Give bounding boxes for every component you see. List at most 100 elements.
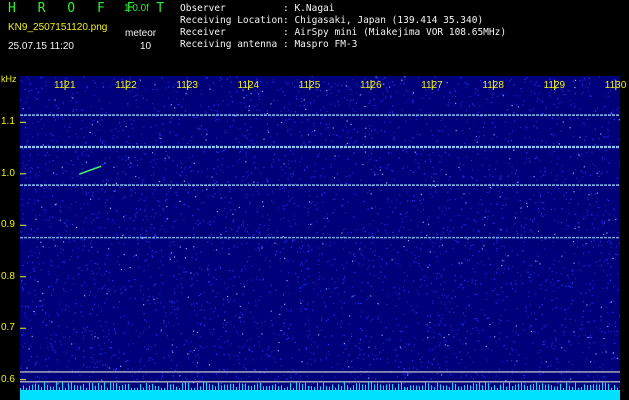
noise-dot [399,265,401,267]
noise-dot [73,143,75,145]
noise-dot [169,245,171,247]
noise-dot [551,270,553,273]
band-spike [308,386,309,390]
noise-dot [445,340,447,342]
noise-dot [290,246,292,248]
noise-dot [549,95,551,97]
band-spike [311,386,312,390]
noise-dot [495,203,498,205]
noise-dot [509,80,511,82]
noise-dot [465,337,467,339]
noise-dot [86,149,89,151]
band-spike [587,385,588,390]
noise-dot [314,130,316,132]
noise-dot [503,345,505,347]
noise-dot [199,335,201,337]
noise-dot [552,308,554,311]
noise-dot [399,298,401,300]
noise-dot [272,202,274,204]
noise-dot [403,95,405,97]
noise-dot [244,230,246,232]
noise-dot [172,241,174,243]
noise-dot [606,274,608,277]
noise-dot [442,233,444,235]
noise-dot [410,170,412,172]
noise-dot [148,264,150,267]
noise-dot [343,302,345,304]
noise-dot [190,341,192,343]
noise-dot [511,347,513,349]
band-spike [347,385,348,390]
noise-dot [546,346,548,348]
noise-dot [341,307,343,309]
noise-dot [432,300,434,302]
noise-dot [361,94,363,96]
noise-dot [504,138,506,140]
noise-dot [101,162,103,164]
noise-dot [393,138,395,141]
noise-dot [405,216,407,218]
noise-dot [361,250,363,252]
noise-dot [317,294,319,296]
noise-dot [474,318,476,320]
noise-dot [407,384,409,386]
noise-dot [242,149,244,151]
noise-dot [98,267,100,270]
noise-dot [399,361,401,363]
noise-dot [471,159,473,162]
noise-dot [510,282,512,284]
noise-dot [34,279,36,281]
band-spike [326,386,327,390]
noise-dot [578,180,580,182]
noise-dot [27,202,29,204]
noise-dot [560,222,563,224]
noise-dot [481,240,483,242]
noise-dot [515,290,517,292]
noise-dot [200,251,202,253]
noise-dot [473,104,475,106]
noise-dot [476,179,478,182]
noise-dot [97,216,99,218]
noise-dot [258,248,260,250]
noise-dot [307,363,309,365]
noise-dot [87,383,90,385]
noise-dot [258,378,260,380]
noise-dot [435,173,437,175]
band-spike [260,382,261,390]
noise-dot [585,292,587,294]
noise-dot [387,358,389,360]
noise-dot [330,166,332,168]
noise-dot [553,198,555,200]
noise-dot [602,363,604,365]
noise-dot [126,158,128,160]
noise-dot [203,151,205,153]
noise-dot [69,387,71,389]
noise-dot [317,334,320,336]
noise-dot [337,278,339,280]
noise-dot [112,355,114,357]
noise-dot [558,187,560,190]
noise-dot [88,365,91,368]
noise-dot [478,231,480,233]
noise-dot [408,291,410,293]
noise-dot [346,81,348,83]
noise-dot [532,231,534,233]
noise-dot [31,335,33,337]
noise-dot [214,216,216,219]
noise-dot [606,306,608,308]
noise-dot [28,79,30,81]
noise-dot [583,166,585,168]
noise-dot [260,254,262,256]
noise-dot [342,198,344,200]
noise-dot [550,281,552,283]
noise-dot [454,88,456,91]
noise-dot [32,136,34,138]
noise-dot [77,136,79,138]
noise-dot [192,215,194,217]
noise-dot [203,291,205,293]
noise-dot [489,187,491,189]
noise-dot [119,186,121,189]
noise-dot [454,275,456,277]
noise-dot [255,300,257,302]
noise-dot [237,160,239,162]
